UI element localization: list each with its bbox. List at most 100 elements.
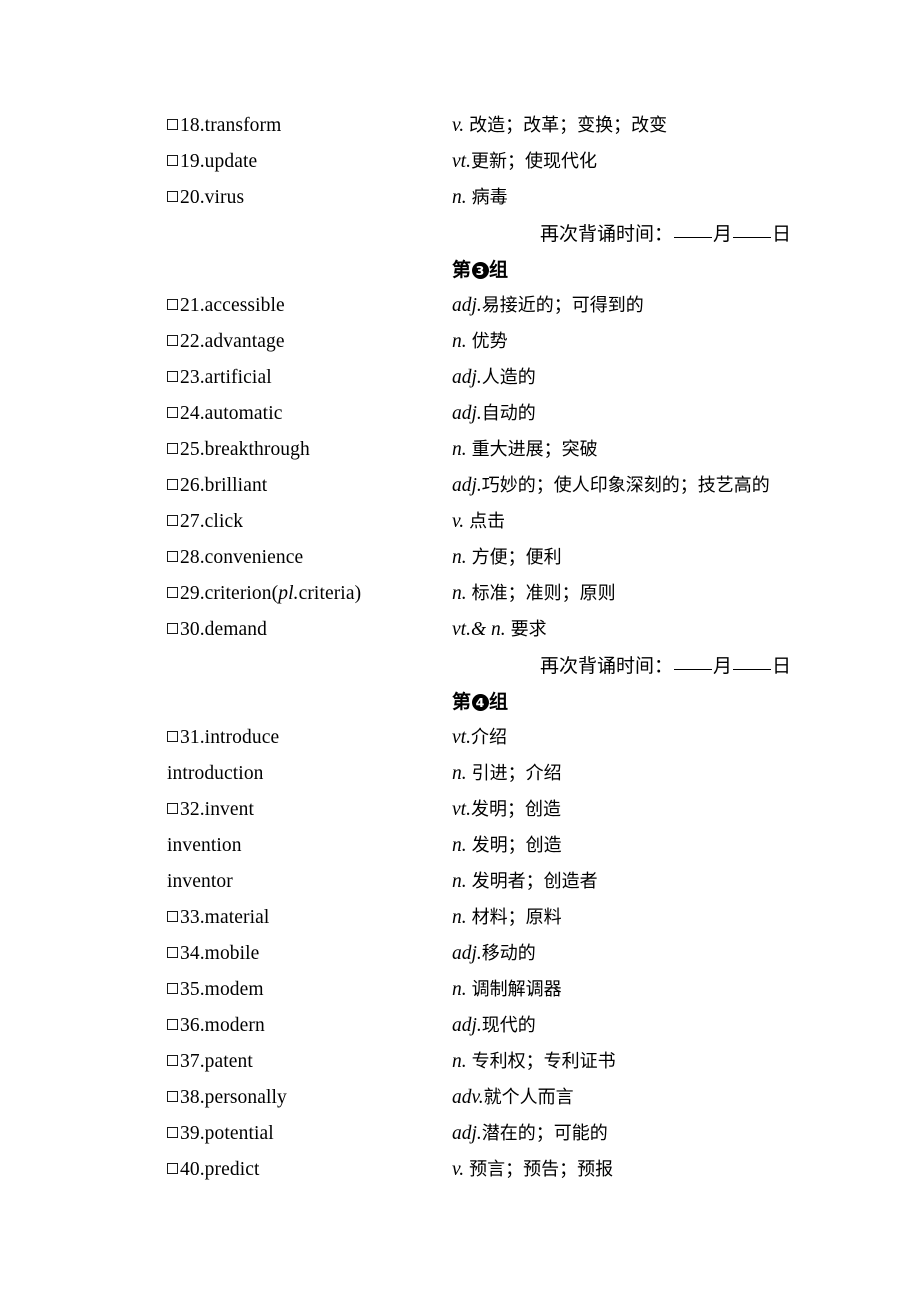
- word-term-cell: 21.accessible: [167, 288, 285, 324]
- checkbox-icon[interactable]: [167, 803, 178, 814]
- part-of-speech: vt.& n.: [452, 619, 506, 640]
- checkbox-icon[interactable]: [167, 191, 178, 202]
- word-text: inventor: [167, 871, 233, 892]
- part-of-speech: adj.: [452, 1123, 482, 1144]
- word-row: 29.criterion(pl.criteria) n. 标准；准则；原则: [0, 576, 920, 612]
- part-of-speech: n.: [452, 583, 467, 604]
- word-term-cell: 22.advantage: [167, 324, 285, 360]
- part-of-speech: n.: [452, 331, 467, 352]
- part-of-speech: adv.: [452, 1087, 484, 1108]
- definition-text: 要求: [510, 619, 547, 640]
- checkbox-icon[interactable]: [167, 587, 178, 598]
- word-term-cell: 38.personally: [167, 1080, 287, 1116]
- checkbox-icon[interactable]: [167, 1019, 178, 1030]
- word-text: 37.patent: [180, 1051, 253, 1072]
- definition-text: 预言；预告；预报: [469, 1159, 614, 1180]
- checkbox-icon[interactable]: [167, 479, 178, 490]
- day-blank-field[interactable]: [733, 669, 772, 670]
- worksheet-page: 18.transform v. 改造；改革；变换；改变 19.update vt.更新；…: [0, 0, 920, 1302]
- word-text: 38.personally: [180, 1087, 287, 1108]
- checkbox-icon[interactable]: [167, 1091, 178, 1102]
- word-definition-cell: vt.更新；使现代化: [452, 144, 597, 180]
- word-definition-cell: n. 专利权；专利证书: [452, 1044, 616, 1080]
- month-blank-field[interactable]: [674, 237, 713, 238]
- word-row: 32.invent vt.发明；创造: [0, 792, 920, 828]
- checkbox-icon[interactable]: [167, 1163, 178, 1174]
- definition-text: 病毒: [471, 187, 508, 208]
- word-row: 37.patent n. 专利权；专利证书: [0, 1044, 920, 1080]
- definition-text: 发明；创造: [470, 799, 561, 820]
- word-term-cell: 20.virus: [167, 180, 244, 216]
- checkbox-icon[interactable]: [167, 551, 178, 562]
- word-definition-cell: n. 引进；介绍: [452, 756, 562, 792]
- checkbox-icon[interactable]: [167, 407, 178, 418]
- word-definition-cell: vt.介绍: [452, 720, 507, 756]
- part-of-speech: adj.: [452, 475, 482, 496]
- definition-text: 巧妙的；使人印象深刻的；技艺高的: [481, 475, 770, 496]
- word-text: 39.potential: [180, 1123, 274, 1144]
- definition-text: 介绍: [470, 727, 507, 748]
- word-definition-cell: vt.& n. 要求: [452, 612, 547, 648]
- checkbox-icon[interactable]: [167, 299, 178, 310]
- checkbox-icon[interactable]: [167, 119, 178, 130]
- part-of-speech: adj.: [452, 403, 482, 424]
- part-of-speech: n.: [452, 439, 467, 460]
- part-of-speech: n.: [452, 1051, 467, 1072]
- checkbox-icon[interactable]: [167, 335, 178, 346]
- checkbox-icon[interactable]: [167, 1127, 178, 1138]
- definition-text: 专利权；专利证书: [471, 1051, 616, 1072]
- definition-text: 重大进展；突破: [471, 439, 598, 460]
- word-row: introduction n. 引进；介绍: [0, 756, 920, 792]
- checkbox-icon[interactable]: [167, 911, 178, 922]
- word-row: 25.breakthrough n. 重大进展；突破: [0, 432, 920, 468]
- word-term-cell: 32.invent: [167, 792, 254, 828]
- word-text: 40.predict: [180, 1159, 260, 1180]
- checkbox-icon[interactable]: [167, 623, 178, 634]
- definition-text: 移动的: [481, 943, 536, 964]
- definition-text: 点击: [469, 511, 506, 532]
- word-definition-cell: n. 发明者；创造者: [452, 864, 598, 900]
- checkbox-icon[interactable]: [167, 947, 178, 958]
- part-of-speech: adj.: [452, 1015, 482, 1036]
- word-term-cell: 26.brilliant: [167, 468, 267, 504]
- word-term-cell: 34.mobile: [167, 936, 259, 972]
- word-definition-cell: adv.就个人而言: [452, 1080, 574, 1116]
- word-term-cell: 40.predict: [167, 1152, 260, 1188]
- month-blank-field[interactable]: [674, 669, 713, 670]
- word-row: 39.potential adj.潜在的；可能的: [0, 1116, 920, 1152]
- checkbox-icon[interactable]: [167, 983, 178, 994]
- word-text: introduction: [167, 763, 264, 784]
- checkbox-icon[interactable]: [167, 731, 178, 742]
- definition-text: 更新；使现代化: [470, 151, 597, 172]
- word-definition-cell: n. 标准；准则；原则: [452, 576, 616, 612]
- word-row: 31.introduce vt.介绍: [0, 720, 920, 756]
- word-term-cell: introduction: [167, 756, 264, 792]
- day-blank-field[interactable]: [733, 237, 772, 238]
- word-text: 36.modern: [180, 1015, 265, 1036]
- group-suffix: 组: [489, 259, 509, 281]
- word-text: 18.transform: [180, 115, 282, 136]
- word-term-cell: 29.criterion(pl.criteria): [167, 576, 361, 612]
- month-char: 月: [713, 655, 733, 677]
- word-definition-cell: adj.易接近的；可得到的: [452, 288, 644, 324]
- word-text: 24.automatic: [180, 403, 283, 424]
- word-definition-cell: n. 重大进展；突破: [452, 432, 598, 468]
- part-of-speech: v.: [452, 511, 465, 532]
- checkbox-icon[interactable]: [167, 371, 178, 382]
- word-definition-cell: adj.自动的: [452, 396, 536, 432]
- checkbox-icon[interactable]: [167, 155, 178, 166]
- group-header-row: 第4组: [0, 684, 920, 720]
- checkbox-icon[interactable]: [167, 515, 178, 526]
- word-text: 25.breakthrough: [180, 439, 310, 460]
- checkbox-icon[interactable]: [167, 1055, 178, 1066]
- recite-time-row: 再次背诵时间： 月 日: [0, 216, 920, 252]
- group-header: 第4组: [452, 684, 508, 720]
- word-term-cell: 19.update: [167, 144, 257, 180]
- word-term-cell: invention: [167, 828, 242, 864]
- checkbox-icon[interactable]: [167, 443, 178, 454]
- recite-time-label: 再次背诵时间：: [540, 223, 674, 245]
- word-text: 26.brilliant: [180, 475, 268, 496]
- word-row: invention n. 发明；创造: [0, 828, 920, 864]
- word-text: 23.artificial: [180, 367, 272, 388]
- word-text: 20.virus: [180, 187, 245, 208]
